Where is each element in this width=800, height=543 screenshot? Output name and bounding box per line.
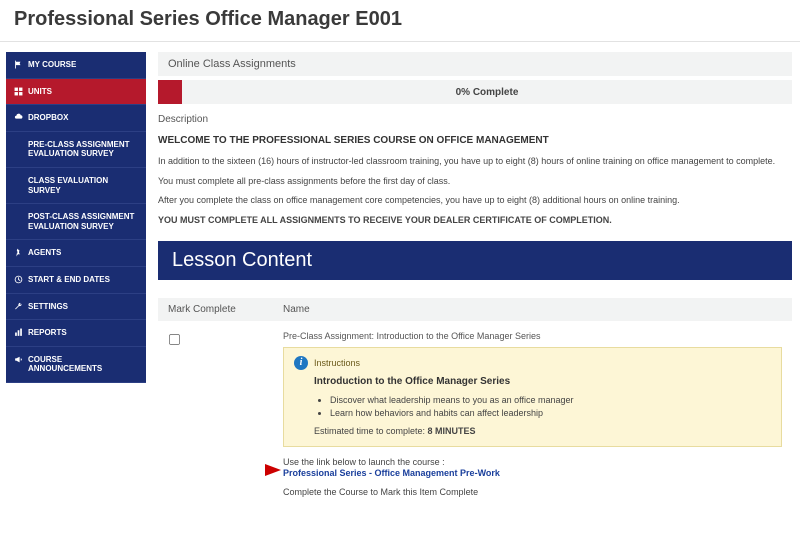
blank-icon: [14, 140, 23, 149]
grid-icon: [14, 87, 23, 96]
mark-complete-checkbox[interactable]: [169, 334, 180, 345]
sidebar-item-label: COURSE ANNOUNCEMENTS: [28, 355, 138, 374]
sidebar-item-label: REPORTS: [28, 328, 67, 338]
progress-square: [158, 80, 182, 104]
pin-icon: [14, 248, 23, 257]
chart-icon: [14, 328, 23, 337]
sidebar-item-my-course[interactable]: MY COURSE: [6, 52, 146, 79]
intro-paragraph-2: You must complete all pre-class assignme…: [158, 176, 792, 188]
instructions-box: i Instructions Introduction to the Offic…: [283, 347, 782, 447]
list-item: Discover what leadership means to you as…: [330, 395, 771, 405]
complete-prompt: Complete the Course to Mark this Item Co…: [283, 487, 782, 497]
launch-intro-text: Use the link below to launch the course …: [283, 457, 782, 467]
clock-icon: [14, 275, 23, 284]
page-title: Professional Series Office Manager E001: [14, 8, 786, 31]
info-icon: i: [294, 356, 308, 370]
sidebar-item-dates[interactable]: START & END DATES: [6, 267, 146, 294]
description-label: Description: [158, 114, 792, 125]
col-mark-complete: Mark Complete: [168, 304, 283, 315]
section-header: Online Class Assignments: [158, 52, 792, 76]
flag-icon: [14, 60, 23, 69]
main-content: Online Class Assignments 0% Complete Des…: [146, 52, 800, 497]
sidebar-item-label: POST-CLASS ASSIGNMENT EVALUATION SURVEY: [28, 212, 138, 231]
lesson-row: Pre-Class Assignment: Introduction to th…: [158, 321, 792, 497]
intro-paragraph-1: In addition to the sixteen (16) hours of…: [158, 156, 792, 168]
blank-icon: [14, 212, 23, 221]
progress-row: 0% Complete: [158, 80, 792, 104]
sidebar-item-label: START & END DATES: [28, 275, 110, 285]
sidebar-item-class-survey[interactable]: CLASS EVALUATION SURVEY: [6, 168, 146, 204]
sidebar-item-agents[interactable]: AGENTS: [6, 240, 146, 267]
welcome-heading: WELCOME TO THE PROFESSIONAL SERIES COURS…: [158, 135, 792, 146]
sidebar-item-settings[interactable]: SETTINGS: [6, 294, 146, 321]
intro-paragraph-4: YOU MUST COMPLETE ALL ASSIGNMENTS TO REC…: [158, 215, 792, 227]
sidebar-item-dropbox[interactable]: DROPBOX: [6, 105, 146, 132]
sidebar-item-reports[interactable]: REPORTS: [6, 320, 146, 347]
sidebar-item-label: SETTINGS: [28, 302, 68, 312]
list-item: Learn how behaviors and habits can affec…: [330, 408, 771, 418]
lesson-content-header: Lesson Content: [158, 241, 792, 280]
sidebar-item-announcements[interactable]: COURSE ANNOUNCEMENTS: [6, 347, 146, 383]
cloud-icon: [14, 113, 23, 122]
sidebar-item-label: UNITS: [28, 87, 52, 97]
title-bar: Professional Series Office Manager E001: [0, 0, 800, 42]
progress-bar: 0% Complete: [182, 80, 792, 104]
sidebar-item-preclass-survey[interactable]: PRE-CLASS ASSIGNMENT EVALUATION SURVEY: [6, 132, 146, 168]
progress-text: 0% Complete: [456, 87, 519, 98]
sidebar-item-label: PRE-CLASS ASSIGNMENT EVALUATION SURVEY: [28, 140, 138, 159]
sidebar-item-units[interactable]: UNITS: [6, 79, 146, 106]
col-name: Name: [283, 304, 782, 315]
sidebar-item-postclass-survey[interactable]: POST-CLASS ASSIGNMENT EVALUATION SURVEY: [6, 204, 146, 240]
lesson-table-header: Mark Complete Name: [158, 298, 792, 321]
sidebar-item-label: MY COURSE: [28, 60, 76, 70]
sidebar-item-label: CLASS EVALUATION SURVEY: [28, 176, 138, 195]
wrench-icon: [14, 302, 23, 311]
sidebar: MY COURSE UNITS DROPBOX PRE-CLASS ASSIGN…: [6, 52, 146, 497]
estimated-time: Estimated time to complete: 8 MINUTES: [314, 426, 771, 436]
megaphone-icon: [14, 355, 23, 364]
sidebar-item-label: AGENTS: [28, 248, 61, 258]
intro-paragraph-3: After you complete the class on office m…: [158, 195, 792, 207]
blank-icon: [14, 176, 23, 185]
instructions-title: Introduction to the Office Manager Serie…: [314, 376, 771, 387]
instructions-label: Instructions: [314, 358, 360, 368]
arrow-annotation-icon: [235, 461, 281, 482]
assignment-title: Pre-Class Assignment: Introduction to th…: [283, 331, 782, 341]
sidebar-item-label: DROPBOX: [28, 113, 68, 123]
instructions-list: Discover what leadership means to you as…: [330, 395, 771, 418]
launch-block: Use the link below to launch the course …: [283, 457, 782, 479]
launch-course-link[interactable]: Professional Series - Office Management …: [283, 468, 500, 478]
